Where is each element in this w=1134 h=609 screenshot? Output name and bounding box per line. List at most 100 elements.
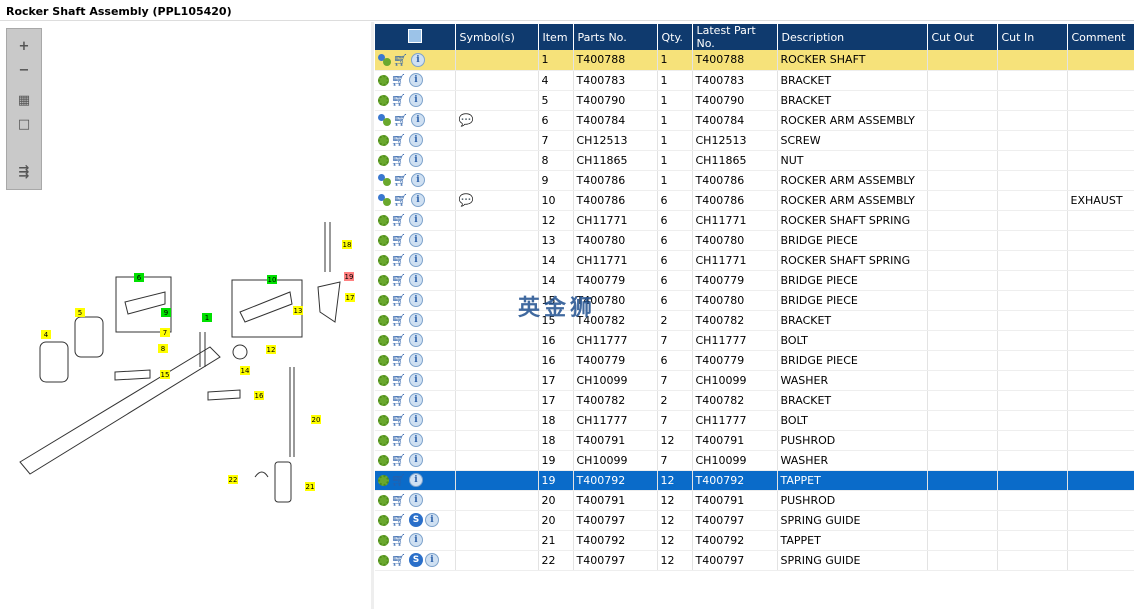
shopping-cart-icon[interactable]: 🛒︎ [391,233,407,247]
shopping-cart-icon[interactable]: 🛒︎ [391,293,407,307]
callout-6[interactable]: 6 [134,273,144,282]
table-row[interactable]: 🛒︎ i 15 T400782 2 T400782 BRACKET [375,310,1134,331]
column-header[interactable]: Comment [1067,24,1134,50]
shopping-cart-icon[interactable]: 🛒︎ [393,193,409,207]
info-icon[interactable]: i [425,513,439,527]
gear-icon[interactable] [378,314,389,326]
table-row[interactable]: 🛒︎ i 1 T400788 1 T400788 ROCKER SHAFT [375,50,1134,71]
info-icon[interactable]: i [409,453,423,467]
gear-icon[interactable] [378,254,389,266]
table-row[interactable]: 🛒︎ i 15 T400780 6 T400780 BRIDGE PIECE [375,290,1134,311]
callout-1[interactable]: 1 [202,313,212,322]
callout-19[interactable]: 19 [344,272,354,281]
table-row[interactable]: 🛒︎ i 12 CH11771 6 CH11771 ROCKER SHAFT SPRING [375,210,1134,231]
note-icon[interactable]: 💬 [459,113,474,127]
callout-20[interactable]: 20 [311,415,321,424]
gear-icon[interactable] [378,334,389,346]
shopping-cart-icon[interactable]: 🛒︎ [391,153,407,167]
column-header[interactable]: Item [538,24,574,50]
table-row[interactable]: 🛒︎ i 19 CH10099 7 CH10099 WASHER [375,450,1134,471]
info-icon[interactable]: i [409,493,423,507]
assembly-gears-icon[interactable] [378,194,391,206]
shopping-cart-icon[interactable]: 🛒︎ [391,373,407,387]
gear-icon[interactable] [378,94,389,106]
column-header[interactable]: Symbol(s) [455,24,539,50]
zoom-in-button[interactable]: + [15,37,33,55]
shopping-cart-icon[interactable]: 🛒︎ [391,73,407,87]
info-icon[interactable]: i [409,393,423,407]
shopping-cart-icon[interactable]: 🛒︎ [391,273,407,287]
shopping-cart-icon[interactable]: 🛒︎ [391,333,407,347]
callout-21[interactable]: 21 [305,482,315,491]
single-view-button[interactable]: □ [15,115,33,133]
gear-icon[interactable] [378,354,389,366]
table-row[interactable]: 🛒︎ i 17 T400782 2 T400782 BRACKET [375,390,1134,411]
column-header[interactable]: Description [777,24,928,50]
table-row[interactable]: 🛒︎ i 16 CH11777 7 CH11777 BOLT [375,330,1134,351]
shopping-cart-icon[interactable]: 🛒︎ [393,53,409,67]
callout-13[interactable]: 13 [293,306,303,315]
info-icon[interactable]: i [409,433,423,447]
shopping-cart-icon[interactable]: 🛒︎ [391,213,407,227]
exploded-diagram[interactable]: 4 5 6 9 7 8 1 10 13 18 19 17 14 12 15 16 20 22 21 [0,192,370,512]
callout-5[interactable]: 5 [75,308,85,317]
table-row[interactable]: 🛒︎ i 18 T400791 12 T400791 PUSHROD [375,430,1134,451]
info-icon[interactable]: i [409,353,423,367]
info-icon[interactable]: i [409,533,423,547]
gear-icon[interactable] [378,534,389,546]
fit-view-button[interactable]: ▦ [15,91,33,109]
shopping-cart-icon[interactable]: 🛒︎ [391,353,407,367]
shopping-cart-icon[interactable]: 🛒︎ [391,313,407,327]
table-row[interactable]: 🛒︎ i 7 CH12513 1 CH12513 SCREW [375,130,1134,151]
table-row[interactable]: 🛒︎ Si 20 T400797 12 T400797 SPRING GUIDE [375,510,1134,531]
info-icon[interactable]: i [409,313,423,327]
table-row[interactable]: 🛒︎ i 16 T400779 6 T400779 BRIDGE PIECE [375,350,1134,371]
callout-22[interactable]: 22 [228,475,238,484]
search-column-header[interactable] [375,24,456,50]
search-icon[interactable] [407,28,422,43]
gear-icon[interactable] [378,154,389,166]
info-icon[interactable]: i [409,333,423,347]
table-row[interactable]: 🛒︎ i 4 T400783 1 T400783 BRACKET [375,70,1134,91]
shopping-cart-icon[interactable]: 🛒︎ [391,453,407,467]
table-row[interactable]: 🛒︎ i 20 T400791 12 T400791 PUSHROD [375,490,1134,511]
gear-icon[interactable] [378,434,389,446]
gear-icon[interactable] [378,374,389,386]
shopping-cart-icon[interactable]: 🛒︎ [391,473,407,487]
assembly-gears-icon[interactable] [378,114,391,126]
info-icon[interactable]: i [411,52,425,67]
callout-16[interactable]: 16 [254,391,264,400]
callout-7[interactable]: 7 [160,328,170,337]
shopping-cart-icon[interactable]: 🛒︎ [393,173,409,187]
table-row[interactable]: 🛒︎ i 19 T400792 12 T400792 TAPPET [375,470,1134,491]
export-button[interactable]: ⇶ [15,163,33,181]
gear-icon[interactable] [378,134,389,146]
info-icon[interactable]: i [409,213,423,227]
shopping-cart-icon[interactable]: 🛒︎ [391,413,407,427]
callout-9[interactable]: 9 [161,308,171,317]
callout-17[interactable]: 17 [345,293,355,302]
assembly-gears-icon[interactable] [378,53,391,66]
shopping-cart-icon[interactable]: 🛒︎ [391,253,407,267]
callout-10[interactable]: 10 [267,275,277,284]
shopping-cart-icon[interactable]: 🛒︎ [391,433,407,447]
table-row[interactable]: 🛒︎ i 💬 6 T400784 1 T400784 ROCKER ARM ASSEMBLY [375,110,1134,131]
shopping-cart-icon[interactable]: 🛒︎ [391,533,407,547]
shopping-cart-icon[interactable]: 🛒︎ [391,393,407,407]
column-header[interactable]: Latest Part No. [692,24,778,50]
shopping-cart-icon[interactable]: 🛒︎ [391,133,407,147]
column-header[interactable]: Parts No. [573,24,658,50]
info-icon[interactable]: i [409,93,423,107]
table-row[interactable]: 🛒︎ i 21 T400792 12 T400792 TAPPET [375,530,1134,551]
table-row[interactable]: 🛒︎ i 8 CH11865 1 CH11865 NUT [375,150,1134,171]
table-row[interactable]: 🛒︎ i 14 CH11771 6 CH11771 ROCKER SHAFT SPRING [375,250,1134,271]
info-icon[interactable]: i [409,273,423,287]
table-row[interactable]: 🛒︎ i 17 CH10099 7 CH10099 WASHER [375,370,1134,391]
info-icon[interactable]: i [411,173,425,187]
shopping-cart-icon[interactable]: 🛒︎ [391,493,407,507]
table-row[interactable]: 🛒︎ Si 22 T400797 12 T400797 SPRING GUIDE [375,550,1134,571]
gear-icon[interactable] [378,74,389,86]
column-header[interactable]: Cut In [997,24,1068,50]
gear-icon[interactable] [378,394,389,406]
assembly-gears-icon[interactable] [378,174,391,186]
